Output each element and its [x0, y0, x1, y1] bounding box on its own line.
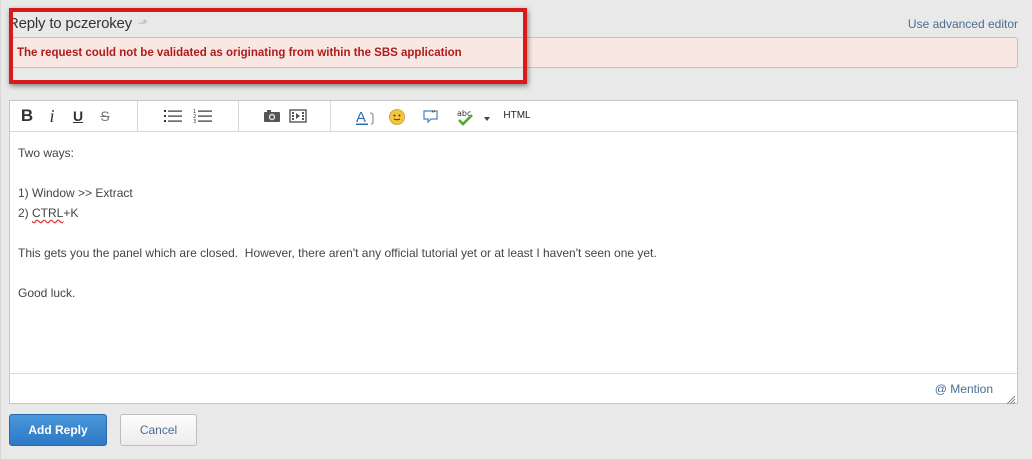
- reply-panel: Reply to pczerokey ⬏ Use advanced editor …: [0, 0, 1032, 459]
- share-arrow-icon[interactable]: ⬏: [138, 16, 148, 30]
- editor-content[interactable]: Two ways: 1) Window >> Extract 2) CTRL+K…: [18, 143, 1009, 303]
- italic-button[interactable]: i: [41, 105, 63, 127]
- underline-button[interactable]: U: [67, 105, 89, 127]
- toolbar-group-tools: A ” abc HTML: [331, 101, 531, 131]
- cancel-button[interactable]: Cancel: [120, 414, 197, 446]
- insert-video-icon[interactable]: [287, 105, 309, 127]
- content-line-ctrl: 2) CTRL+K: [18, 206, 79, 220]
- error-message: The request could not be validated as or…: [17, 47, 462, 59]
- content-line: 1) Window >> Extract: [18, 186, 133, 200]
- toolbar-group-lists: 1 2 3: [138, 101, 239, 131]
- misspelled-word[interactable]: CTRL: [32, 206, 63, 220]
- numbered-list-icon[interactable]: 1 2 3: [192, 105, 214, 127]
- spellcheck-icon[interactable]: abc: [455, 105, 495, 127]
- reply-title-text: Reply to pczerokey: [8, 15, 132, 32]
- html-source-button[interactable]: HTML: [502, 105, 532, 127]
- add-reply-button[interactable]: Add Reply: [9, 414, 107, 446]
- rich-text-editor: B i U S 1 2 3 A ” abc HTML Two ways: 1) …: [9, 100, 1018, 405]
- editor-toolbar: B i U S 1 2 3 A ” abc HTML: [10, 101, 1017, 132]
- insert-image-icon[interactable]: [261, 105, 283, 127]
- advanced-editor-link[interactable]: Use advanced editor: [908, 17, 1018, 31]
- emoji-icon[interactable]: [386, 105, 408, 127]
- error-banner: The request could not be validated as or…: [10, 37, 1018, 68]
- strikethrough-button[interactable]: S: [94, 105, 116, 127]
- bullet-list-icon[interactable]: [162, 105, 184, 127]
- content-line: [18, 263, 1009, 283]
- content-line: Two ways:: [18, 146, 75, 160]
- toolbar-group-format: B i U S: [10, 101, 138, 131]
- editor-footer: @ Mention: [10, 373, 1017, 405]
- mention-link[interactable]: @ Mention: [935, 382, 993, 396]
- content-line: This gets you the panel which are closed…: [18, 246, 657, 260]
- content-line: Good luck.: [18, 286, 76, 300]
- toolbar-group-media: [239, 101, 331, 131]
- resize-handle-icon[interactable]: [1006, 392, 1016, 405]
- content-line: [18, 223, 1009, 243]
- content-line: [18, 163, 1009, 183]
- reply-title: Reply to pczerokey ⬏: [8, 15, 148, 32]
- svg-text:A: A: [356, 109, 366, 126]
- svg-text:3: 3: [193, 119, 196, 124]
- quote-icon[interactable]: ”: [421, 105, 443, 127]
- text-style-icon[interactable]: A: [355, 105, 377, 127]
- bold-button[interactable]: B: [16, 105, 38, 127]
- svg-text:”: ”: [431, 110, 436, 120]
